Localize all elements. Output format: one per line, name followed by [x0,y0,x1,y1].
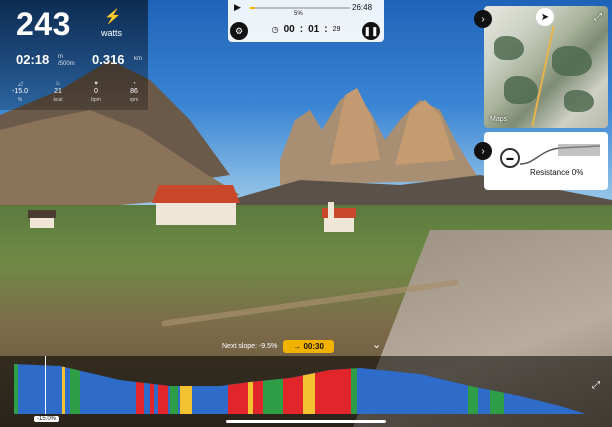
total-time: 26:48 [352,3,373,12]
terrain-patch [504,76,538,104]
pace-value: 02:18 [16,52,50,67]
route-line [531,26,559,126]
settings-gear-icon[interactable]: ⚙ [230,22,248,40]
cadence-value: 86 [130,88,138,95]
map-toggle-chevron-icon[interactable]: › [474,10,492,28]
elevation-profile[interactable] [0,356,612,427]
dumbbell-icon: ▬ [500,148,520,168]
pace-prefix: m [58,54,63,60]
next-slope-indicator: Next slope: -9.5% → 00:30 [222,336,334,356]
distance-value: 0.316 [92,52,125,67]
timer-seconds: 29 [332,25,341,33]
power-unit: watts [101,28,123,38]
timer-sep: : [324,23,328,35]
clock-icon: ◷ [271,24,279,34]
map-attribution: Maps [490,116,508,123]
route-map[interactable]: ➤ ⤢ Maps [484,6,608,128]
terrain-patch [552,46,592,76]
current-slope-tag: -15.0% [34,416,60,422]
fullscreen-icon[interactable]: ⤢ [592,380,600,391]
slope-icon: ◿ [17,81,23,87]
resistance-toggle-chevron-icon[interactable]: › [474,142,492,160]
heart-rate-value: 0 [94,88,98,95]
next-slope-countdown: → 00:30 [283,339,334,353]
timer-hours: 00 [283,23,295,35]
resistance-panel[interactable]: ▬ Resistance 0% [484,132,608,190]
progress-percent: 5% [294,11,303,17]
position-marker-icon: ➤ [536,8,554,26]
next-slope-label: Next slope: -9.5% [222,342,278,350]
calories-metric: ♨ 21 kcal [46,80,70,104]
resistance-label: Resistance 0% [530,168,584,177]
pace-unit-label: /500m [58,61,75,67]
heart-icon: ♥ [94,81,98,87]
chapel [322,202,356,232]
slope-value: -15.0 [12,88,28,95]
home-indicator[interactable] [226,420,386,423]
pace-unit: m /500m [58,54,75,68]
cadence-metric: ◔ 86 rpm [122,80,146,104]
calories-value: 21 [54,88,62,95]
stats-panel: 243 ⚡ watts 02:18 m /500m 0.316 km ◿ -15… [0,0,148,110]
progress-track[interactable] [250,7,350,9]
calories-label: kcal [53,97,63,103]
mountain-hut-large [152,185,240,227]
timer-sep: : [299,23,304,35]
cadence-label: rpm [129,97,139,103]
video-control-panel: ▶ 5% 26:48 ◷ 00: 01: 29 [228,0,384,42]
progress-fill [250,7,255,9]
distance-unit: km [134,56,142,62]
elevation-profile-graph [14,364,586,414]
power-value: 243 [16,6,71,42]
heart-rate-metric: ♥ 0 bpm [84,80,108,104]
timer-minutes: 01 [308,23,320,35]
expand-map-icon[interactable]: ⤢ [594,12,602,23]
cadence-icon: ◔ [132,81,136,87]
play-icon[interactable]: ▶ [234,2,241,13]
slope-label: % [17,97,23,103]
collapse-chevron-icon[interactable]: ⌄ [372,338,381,351]
terrain-patch [564,90,594,112]
resistance-curve [520,144,600,165]
small-hut [28,210,56,228]
bolt-icon: ⚡ [104,8,122,24]
heart-rate-label: bpm [91,97,101,103]
terrain-patch [494,36,524,60]
slope-metric: ◿ -15.0 % [8,80,32,104]
pause-button[interactable]: ❚❚ [362,22,380,40]
flame-icon: ♨ [55,81,61,87]
elapsed-timer: ◷ 00: 01: 29 [256,20,356,38]
position-cursor [45,356,46,414]
